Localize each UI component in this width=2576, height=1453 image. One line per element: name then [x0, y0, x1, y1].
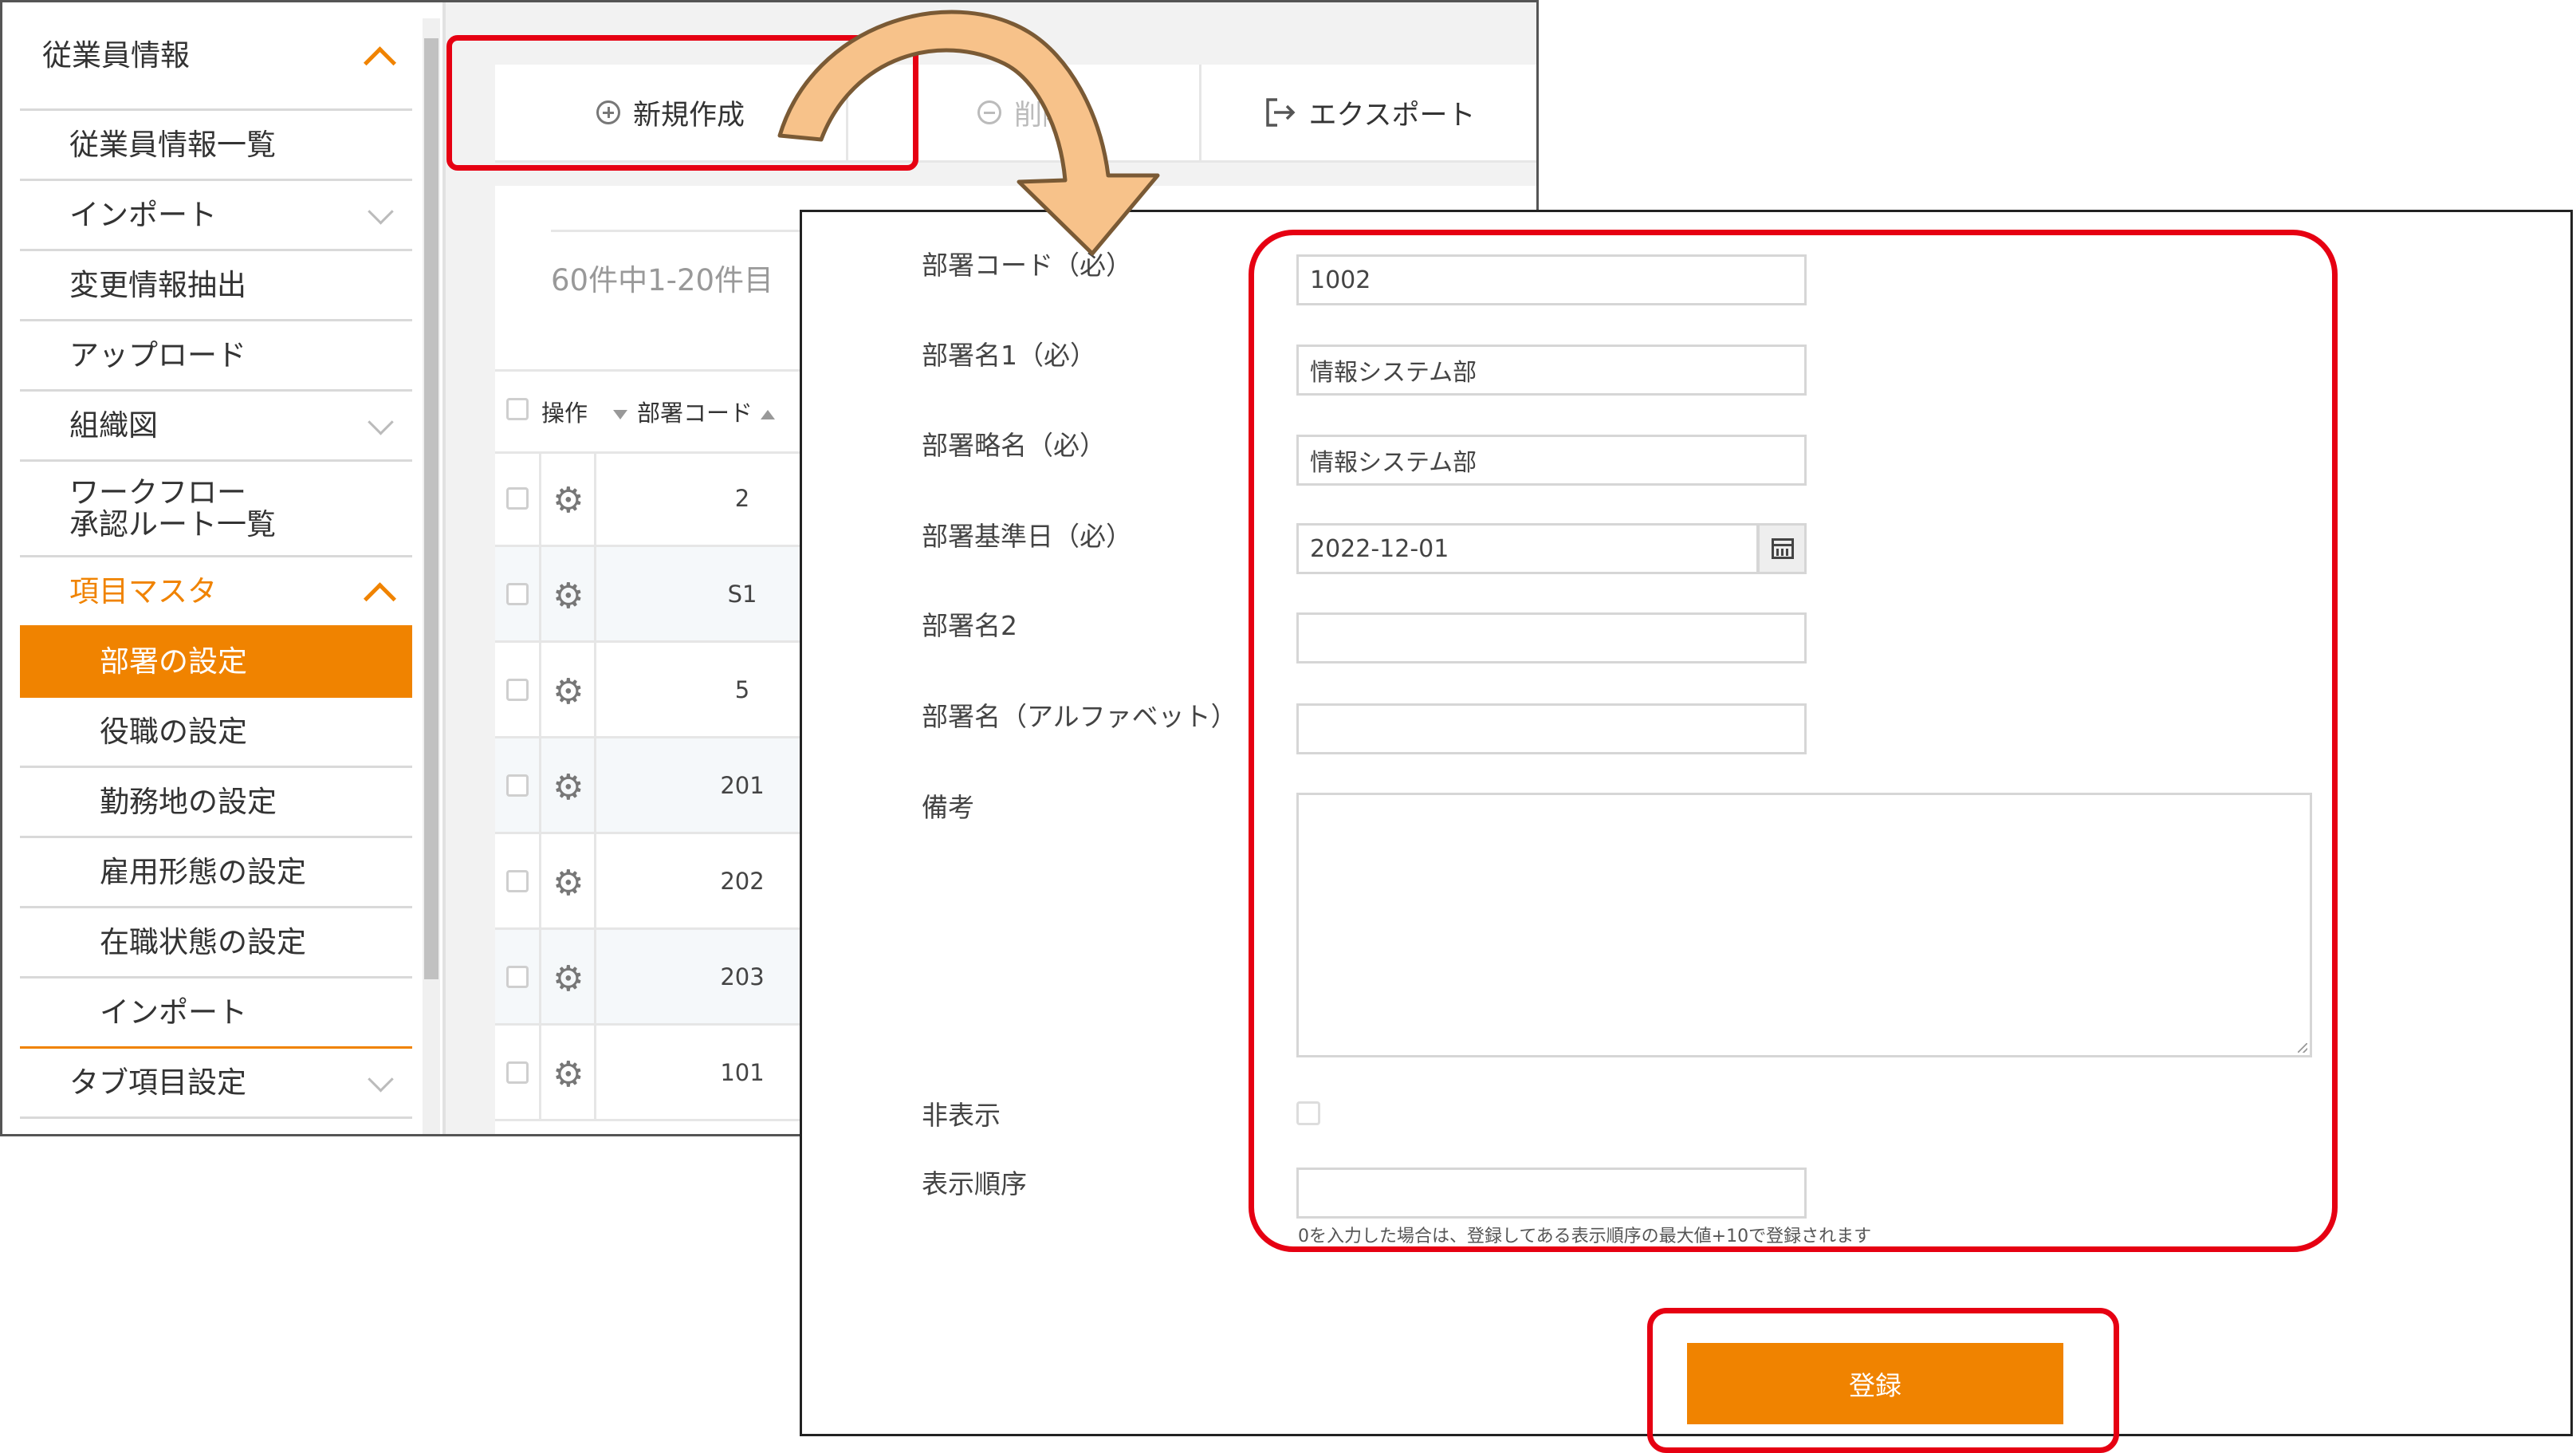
sidebar-item-master-import[interactable]: インポート: [20, 979, 412, 1049]
dept-short-label: 部署略名（必）: [922, 430, 1106, 461]
sidebar-item-org-chart[interactable]: 組織図: [20, 392, 412, 462]
export-button[interactable]: エクスポート: [1201, 65, 1536, 160]
gear-icon[interactable]: ⚙: [553, 1057, 584, 1093]
dept-alpha-label: 部署名（アルファベット）: [922, 701, 1237, 732]
sidebar-item-label: アップロード: [69, 337, 246, 372]
sidebar-item-employment-type-settings[interactable]: 雇用形態の設定: [20, 838, 412, 908]
annotation-highlight-form: [1249, 230, 2338, 1252]
gear-icon[interactable]: ⚙: [553, 675, 584, 710]
cell-divider: [539, 643, 541, 736]
gear-icon[interactable]: ⚙: [553, 866, 584, 901]
cell-divider: [539, 930, 541, 1023]
cell-divider: [594, 547, 596, 640]
department-code-cell: 5: [734, 675, 750, 703]
sidebar: 従業員情報 従業員情報一覧 インポート 変更情報抽出 アップロード 組織図 ワー…: [2, 2, 421, 1134]
department-code-cell: 2: [734, 484, 750, 512]
sidebar-item-label: タブ項目設定: [69, 1065, 246, 1100]
sidebar-item-workflow-route[interactable]: ワークフロー 承認ルート一覧: [20, 462, 412, 557]
sidebar-item-upload[interactable]: アップロード: [20, 321, 412, 392]
gear-icon[interactable]: ⚙: [553, 483, 584, 518]
sort-asc-icon: [761, 410, 776, 419]
cell-divider: [594, 738, 596, 832]
sidebar-item-tab-settings[interactable]: タブ項目設定: [20, 1049, 412, 1119]
sidebar-group-label: 従業員情報: [42, 37, 190, 73]
cell-divider: [539, 547, 541, 640]
dept-name2-label: 部署名2: [922, 610, 1017, 641]
chevron-up-icon: [363, 581, 397, 615]
hidden-label: 非表示: [922, 1100, 1001, 1131]
annotation-highlight-register-button: [1647, 1308, 2119, 1453]
base-date-label: 部署基準日（必）: [922, 521, 1132, 552]
sidebar-item-label: 変更情報抽出: [69, 267, 246, 302]
row-checkbox[interactable]: [506, 679, 529, 701]
export-button-label: エクスポート: [1308, 99, 1476, 132]
chevron-down-icon: [368, 408, 394, 435]
result-count: 60件中1-20件目: [551, 263, 774, 297]
sidebar-item-label: 役職の設定: [100, 714, 247, 749]
sidebar-item-label-line1: ワークフロー: [69, 474, 246, 510]
remarks-label: 備考: [922, 792, 974, 823]
cell-divider: [539, 834, 541, 927]
column-header-code-label: 部署コード: [637, 400, 753, 427]
sidebar-group-item-master[interactable]: 項目マスタ: [20, 557, 412, 628]
cell-divider: [594, 1026, 596, 1119]
sort-desc-icon: [613, 410, 627, 419]
row-checkbox[interactable]: [506, 583, 529, 605]
chevron-up-icon: [363, 45, 397, 79]
sidebar-item-label: 従業員情報一覧: [69, 127, 276, 162]
department-code-cell: 203: [720, 963, 765, 990]
select-all-checkbox[interactable]: [506, 398, 529, 420]
cell-divider: [594, 643, 596, 736]
sidebar-item-location-settings[interactable]: 勤務地の設定: [20, 768, 412, 838]
department-code-cell: 202: [720, 867, 765, 895]
sidebar-item-label: 雇用形態の設定: [100, 854, 306, 889]
sidebar-item-import[interactable]: インポート: [20, 181, 412, 251]
sidebar-item-employee-list[interactable]: 従業員情報一覧: [20, 111, 412, 181]
department-code-cell: 101: [720, 1058, 765, 1086]
cell-divider: [594, 930, 596, 1023]
chevron-down-icon: [368, 1065, 394, 1093]
row-checkbox[interactable]: [506, 1061, 529, 1084]
gear-icon[interactable]: ⚙: [553, 579, 584, 614]
cell-divider: [539, 738, 541, 832]
sidebar-item-label: ワークフロー 承認ルート一覧: [69, 474, 276, 541]
cell-divider: [594, 451, 596, 545]
row-checkbox[interactable]: [506, 487, 529, 510]
sidebar-group-label: 項目マスタ: [69, 573, 217, 608]
row-checkbox[interactable]: [506, 870, 529, 892]
sidebar-item-label-line2: 承認ルート一覧: [69, 506, 276, 541]
row-checkbox[interactable]: [506, 966, 529, 988]
row-checkbox[interactable]: [506, 774, 529, 797]
cell-divider: [539, 451, 541, 545]
display-order-label: 表示順序: [922, 1168, 1027, 1199]
export-icon: [1265, 98, 1295, 127]
sidebar-item-label: 組織図: [69, 408, 158, 443]
cell-divider: [594, 834, 596, 927]
cell-divider: [539, 1026, 541, 1119]
sidebar-item-label: インポート: [69, 197, 217, 232]
gear-icon[interactable]: ⚙: [553, 962, 584, 997]
sidebar-scrollbar-thumb[interactable]: [424, 38, 439, 979]
department-code-cell: 201: [720, 771, 765, 799]
sidebar-item-position-settings[interactable]: 役職の設定: [20, 698, 412, 768]
sidebar-group-employee-info[interactable]: 従業員情報: [20, 2, 412, 111]
sidebar-item-employment-status-settings[interactable]: 在職状態の設定: [20, 908, 412, 979]
column-header-code[interactable]: 部署コード: [613, 395, 776, 428]
curved-arrow-icon: [777, 10, 1160, 256]
sidebar-item-label: 在職状態の設定: [100, 924, 306, 959]
department-code-cell: S1: [727, 580, 757, 608]
sidebar-item-department-settings[interactable]: 部署の設定: [20, 628, 412, 698]
sidebar-item-change-extract[interactable]: 変更情報抽出: [20, 251, 412, 321]
dept-name1-label: 部署名1（必）: [922, 340, 1096, 371]
gear-icon[interactable]: ⚙: [553, 770, 584, 805]
chevron-down-icon: [368, 198, 394, 225]
sidebar-item-label: インポート: [100, 994, 247, 1030]
sidebar-item-label: 部署の設定: [100, 644, 247, 679]
column-header-ops: 操作: [541, 400, 588, 427]
sidebar-item-label: 勤務地の設定: [100, 784, 277, 819]
